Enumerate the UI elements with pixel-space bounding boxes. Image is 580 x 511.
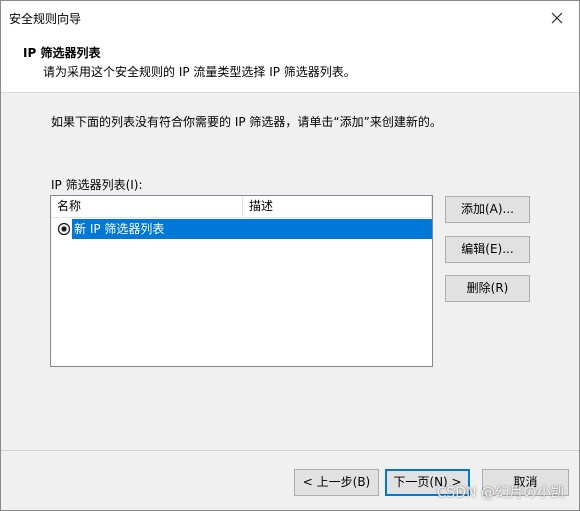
window-title: 安全规则向导 — [9, 12, 82, 26]
footer-divider — [1, 450, 579, 451]
next-button[interactable]: 下一页(N) > — [385, 469, 470, 496]
radio-selected-icon[interactable] — [57, 222, 71, 236]
table-row[interactable]: 新 IP 筛选器列表 — [51, 219, 432, 239]
row-name[interactable]: 新 IP 筛选器列表 — [72, 219, 432, 239]
column-header-description[interactable]: 描述 — [243, 196, 432, 217]
close-button[interactable] — [535, 1, 579, 34]
close-icon — [551, 12, 563, 23]
filter-list-label: IP 筛选器列表(I): — [51, 178, 143, 192]
list-header: 名称 描述 — [51, 196, 432, 218]
remove-button[interactable]: 删除(R) — [445, 275, 530, 302]
instruction-text: 如果下面的列表没有符合你需要的 IP 筛选器，请单击“添加”来创建新的。 — [51, 115, 442, 129]
column-header-name[interactable]: 名称 — [51, 196, 243, 217]
wizard-window: 安全规则向导 IP 筛选器列表 请为采用这个安全规则的 IP 流量类型选择 IP… — [0, 0, 580, 511]
header-title: IP 筛选器列表 — [23, 46, 101, 60]
edit-button[interactable]: 编辑(E)... — [445, 236, 530, 263]
back-button[interactable]: < 上一步(B) — [294, 469, 379, 496]
title-bar: 安全规则向导 — [1, 1, 579, 34]
add-button[interactable]: 添加(A)... — [445, 196, 530, 223]
wizard-header: IP 筛选器列表 请为采用这个安全规则的 IP 流量类型选择 IP 筛选器列表。 — [1, 34, 579, 93]
header-subtitle: 请为采用这个安全规则的 IP 流量类型选择 IP 筛选器列表。 — [43, 65, 356, 79]
cancel-button[interactable]: 取消 — [482, 469, 569, 496]
ip-filter-list[interactable]: 名称 描述 新 IP 筛选器列表 — [50, 195, 433, 367]
